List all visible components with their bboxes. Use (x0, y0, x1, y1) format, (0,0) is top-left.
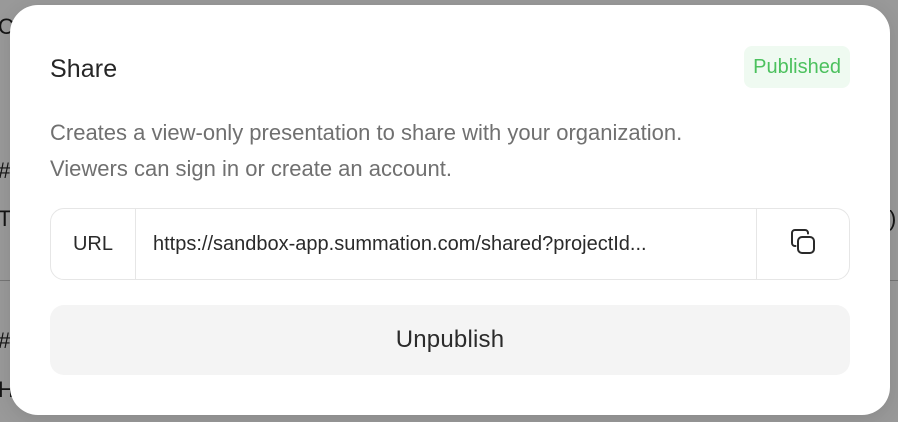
url-label: URL (51, 209, 136, 279)
copy-icon (788, 227, 818, 262)
share-url-field: URL https://sandbox-app.summation.com/sh… (50, 208, 850, 280)
dialog-description: Creates a view-only presentation to shar… (50, 115, 850, 187)
share-dialog: Share Published Creates a view-only pres… (10, 5, 890, 415)
description-line: Viewers can sign in or create an account… (50, 156, 452, 181)
published-status-badge: Published (744, 46, 850, 88)
share-url-text[interactable]: https://sandbox-app.summation.com/shared… (153, 233, 647, 256)
share-url-value[interactable]: https://sandbox-app.summation.com/shared… (136, 209, 756, 279)
unpublish-button[interactable]: Unpublish (50, 305, 850, 375)
dialog-title: Share (50, 55, 118, 83)
description-line: Creates a view-only presentation to shar… (50, 120, 683, 145)
copy-url-button[interactable] (756, 209, 849, 279)
